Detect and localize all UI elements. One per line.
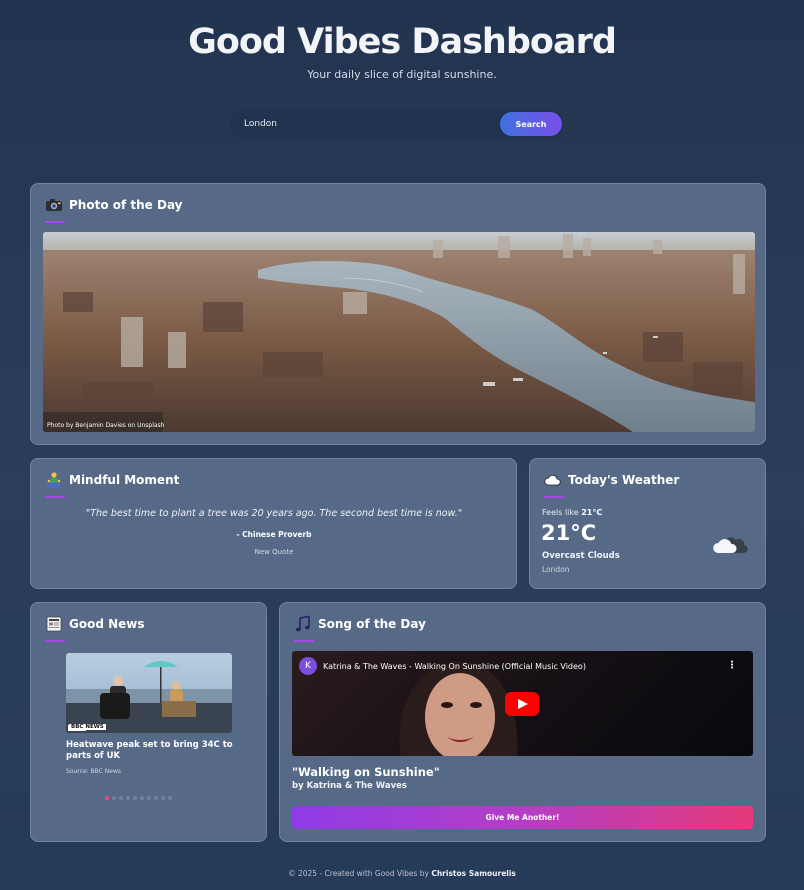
news-headline[interactable]: Heatwave peak set to bring 34C to parts …: [66, 740, 236, 763]
mindful-card-header: Mindful Moment: [45, 471, 179, 489]
city-search-input[interactable]: [244, 119, 500, 129]
song-card-header: Song of the Day: [294, 615, 426, 633]
footer-author-link[interactable]: Christos Samourelis: [431, 869, 516, 878]
feels-like-value: 21°C: [581, 508, 603, 517]
page-title: Good Vibes Dashboard: [188, 22, 617, 62]
accent-divider: [544, 496, 564, 498]
accent-divider: [45, 221, 65, 223]
news-card-title: Good News: [69, 617, 145, 631]
news-card-header: Good News: [45, 615, 145, 633]
video-title[interactable]: Katrina & The Waves - Walking On Sunshin…: [323, 662, 586, 671]
video-thumbnail: [399, 661, 518, 756]
new-quote-button[interactable]: New Quote: [31, 548, 517, 556]
carousel-dot[interactable]: [119, 796, 123, 800]
carousel-dot[interactable]: [112, 796, 116, 800]
quote-text: "The best time to plant a tree was 20 ye…: [85, 508, 463, 519]
channel-avatar[interactable]: K: [299, 657, 317, 675]
photo-card-title: Photo of the Day: [69, 198, 183, 212]
give-me-another-button[interactable]: Give Me Another!: [292, 806, 753, 829]
search-bar: Search: [230, 109, 564, 139]
weather-card-header: Today's Weather: [544, 471, 679, 489]
page-header: Good Vibes Dashboard Your daily slice of…: [0, 22, 804, 81]
carousel-dot[interactable]: [168, 796, 172, 800]
carousel-dot[interactable]: [161, 796, 165, 800]
photo-card-header: Photo of the Day: [45, 196, 183, 214]
youtube-video-player[interactable]: K Katrina & The Waves - Walking On Sunsh…: [292, 651, 753, 756]
mindful-card-title: Mindful Moment: [69, 473, 180, 487]
song-artist: by Katrina & The Waves: [292, 781, 407, 791]
more-options-icon[interactable]: ⋮: [727, 660, 737, 671]
page-footer: © 2025 - Created with Good Vibes by Chri…: [0, 869, 804, 878]
carousel-dot[interactable]: [133, 796, 137, 800]
carousel-dot[interactable]: [147, 796, 151, 800]
news-carousel-dots: [105, 796, 172, 800]
song-name: "Walking on Sunshine": [292, 765, 440, 779]
page-subtitle: Your daily slice of digital sunshine.: [307, 68, 497, 81]
carousel-dot[interactable]: [126, 796, 130, 800]
search-button[interactable]: Search: [500, 112, 562, 136]
accent-divider: [294, 640, 314, 642]
feels-like-text: Feels like 21°C: [542, 508, 602, 517]
news-image-caption: BBC NEWS: [69, 724, 106, 730]
mindful-card: Mindful Moment "The best time to plant a…: [30, 458, 517, 589]
play-icon[interactable]: [505, 692, 539, 716]
accent-divider: [45, 640, 65, 642]
song-card: Song of the Day K Katrina & The Waves - …: [279, 602, 766, 842]
meditation-icon: [45, 471, 63, 489]
song-card-title: Song of the Day: [318, 617, 426, 631]
news-card: Good News BBC NEWS Heatwave peak set to …: [30, 602, 267, 842]
overcast-clouds-icon: [711, 529, 749, 557]
temperature-value: 21°C: [541, 521, 597, 545]
music-note-icon: [294, 615, 312, 633]
camera-icon: [45, 196, 63, 214]
carousel-dot[interactable]: [105, 796, 109, 800]
news-source: Source: BBC News: [66, 768, 121, 775]
photo-of-the-day-image: Photo by Benjamin Davies on Unsplash: [43, 232, 755, 432]
weather-condition: Overcast Clouds: [542, 551, 620, 561]
footer-prefix: © 2025 - Created with Good Vibes by: [288, 869, 429, 878]
news-image[interactable]: BBC NEWS: [66, 653, 232, 733]
weather-card: Today's Weather Feels like 21°C 21°C Ove…: [529, 458, 766, 589]
carousel-dot[interactable]: [154, 796, 158, 800]
photo-credit[interactable]: Photo by Benjamin Davies on Unsplash: [47, 422, 165, 429]
photo-card: Photo of the Day Photo by Benjamin Davie…: [30, 183, 766, 445]
weather-card-title: Today's Weather: [568, 473, 680, 487]
feels-like-label: Feels like: [542, 508, 579, 517]
weather-location: London: [542, 565, 570, 574]
cloud-icon: [544, 471, 562, 489]
accent-divider: [45, 496, 65, 498]
carousel-dot[interactable]: [140, 796, 144, 800]
quote-author: - Chinese Proverb: [236, 530, 312, 539]
newspaper-icon: [45, 615, 63, 633]
